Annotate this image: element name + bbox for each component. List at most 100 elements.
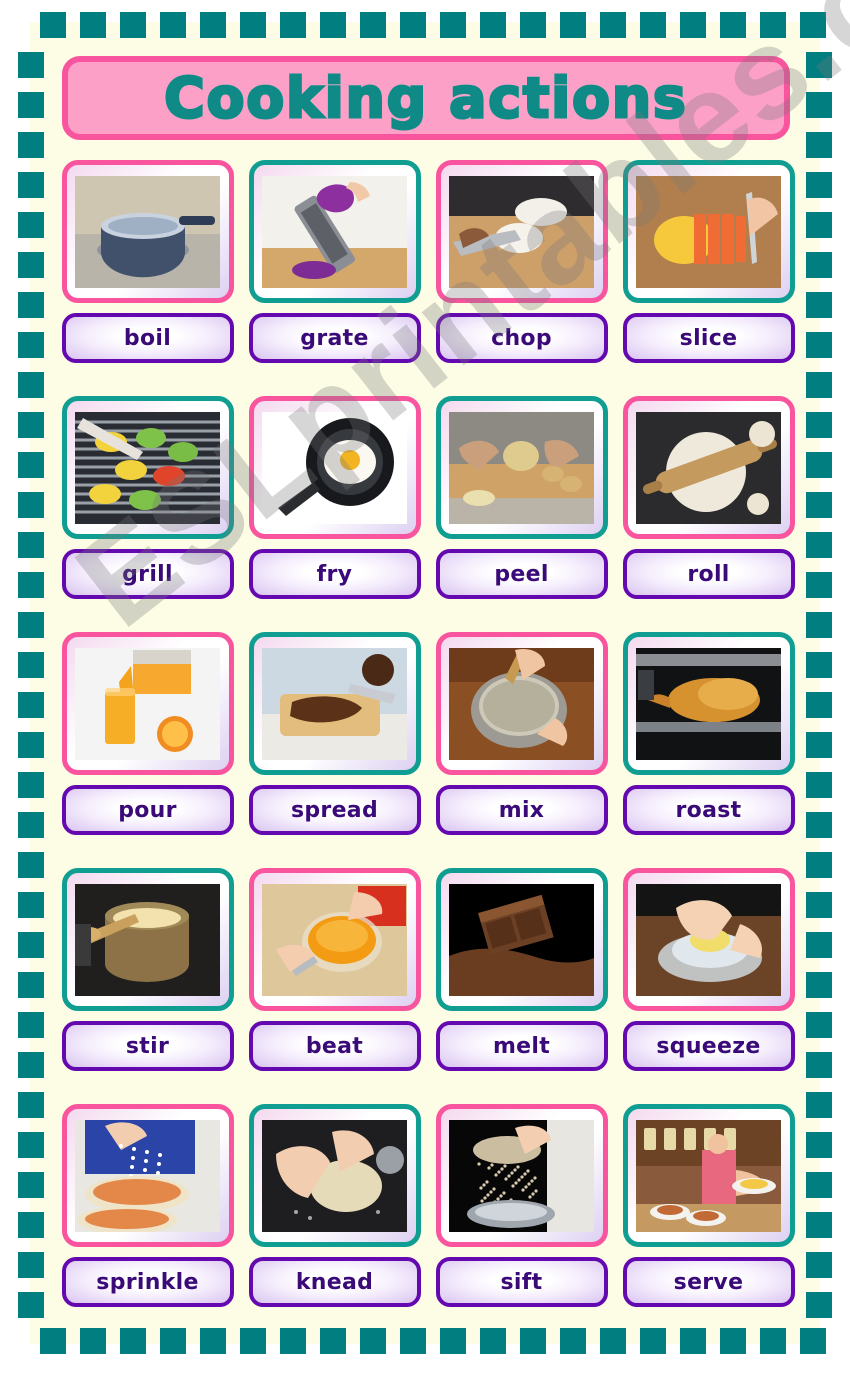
vocabulary-card[interactable]: roast bbox=[619, 632, 798, 868]
border-tick bbox=[806, 1172, 832, 1198]
pot-boiling-water-on-stove-image bbox=[75, 175, 220, 288]
word-label[interactable]: beat bbox=[248, 1021, 421, 1071]
roast-chicken-in-oven-image bbox=[636, 647, 781, 760]
page-title-banner: Cooking actions bbox=[62, 56, 790, 140]
border-tick bbox=[18, 492, 44, 518]
border-tick bbox=[18, 92, 44, 118]
vocabulary-card[interactable]: peel bbox=[432, 396, 611, 632]
card-picture-frame bbox=[435, 1104, 608, 1247]
word-text: boil bbox=[123, 325, 172, 351]
card-picture-frame bbox=[248, 868, 421, 1011]
vocabulary-card[interactable]: stir bbox=[58, 868, 237, 1104]
border-tick bbox=[806, 1252, 832, 1278]
card-picture-frame bbox=[622, 1104, 795, 1247]
word-text: pour bbox=[118, 797, 177, 823]
vocabulary-card[interactable]: roll bbox=[619, 396, 798, 632]
wooden-spoon-stirring-pot-image bbox=[75, 883, 220, 996]
border-tick bbox=[806, 332, 832, 358]
word-label[interactable]: sprinkle bbox=[61, 1257, 234, 1307]
vocabulary-card[interactable]: pour bbox=[58, 632, 237, 868]
border-tick bbox=[18, 892, 44, 918]
card-picture-frame bbox=[248, 1104, 421, 1247]
vocabulary-card[interactable]: boil bbox=[58, 160, 237, 396]
word-label[interactable]: mix bbox=[435, 785, 608, 835]
word-text: stir bbox=[125, 1033, 170, 1059]
border-tick bbox=[806, 652, 832, 678]
word-text: beat bbox=[305, 1033, 364, 1059]
sieve-sifting-flour-image bbox=[449, 1119, 594, 1232]
border-tick bbox=[18, 772, 44, 798]
word-text: grill bbox=[122, 561, 173, 587]
vocabulary-card[interactable]: fry bbox=[245, 396, 424, 632]
border-tick bbox=[806, 92, 832, 118]
vocabulary-card[interactable]: melt bbox=[432, 868, 611, 1104]
knife-spreading-chocolate-on-toast-image bbox=[262, 647, 407, 760]
vocabulary-card[interactable]: serve bbox=[619, 1104, 798, 1340]
border-tick bbox=[18, 652, 44, 678]
vocabulary-card[interactable]: beat bbox=[245, 868, 424, 1104]
word-label[interactable]: grill bbox=[61, 549, 234, 599]
vocabulary-card[interactable]: mix bbox=[432, 632, 611, 868]
word-label[interactable]: chop bbox=[435, 313, 608, 363]
vocabulary-card[interactable]: sprinkle bbox=[58, 1104, 237, 1340]
border-tick bbox=[18, 1252, 44, 1278]
word-label[interactable]: peel bbox=[435, 549, 608, 599]
word-text: roast bbox=[675, 797, 742, 823]
word-text: mix bbox=[498, 797, 545, 823]
fried-egg-in-frying-pan-image bbox=[262, 411, 407, 524]
vocabulary-card[interactable]: knead bbox=[245, 1104, 424, 1340]
hand-squeezing-lemon-on-juicer-image bbox=[636, 883, 781, 996]
word-text: serve bbox=[673, 1269, 744, 1295]
border-tick bbox=[806, 1092, 832, 1118]
border-tick bbox=[806, 492, 832, 518]
word-label[interactable]: roll bbox=[622, 549, 795, 599]
word-label[interactable]: pour bbox=[61, 785, 234, 835]
word-label[interactable]: spread bbox=[248, 785, 421, 835]
word-label[interactable]: knead bbox=[248, 1257, 421, 1307]
border-tick bbox=[760, 12, 786, 38]
border-tick bbox=[18, 252, 44, 278]
border-tick bbox=[806, 1212, 832, 1238]
border-tick bbox=[440, 12, 466, 38]
vocabulary-card[interactable]: squeeze bbox=[619, 868, 798, 1104]
card-picture-frame bbox=[61, 868, 234, 1011]
word-label[interactable]: slice bbox=[622, 313, 795, 363]
border-tick bbox=[806, 1292, 832, 1318]
card-picture-frame bbox=[435, 396, 608, 539]
vocabulary-card[interactable]: grill bbox=[58, 396, 237, 632]
border-tick bbox=[806, 292, 832, 318]
word-label[interactable]: sift bbox=[435, 1257, 608, 1307]
border-tick bbox=[18, 1092, 44, 1118]
vocabulary-grid: boil grate chop slice grill fry peel roll pour sp… bbox=[58, 160, 798, 1340]
vocabulary-card[interactable]: grate bbox=[245, 160, 424, 396]
word-label[interactable]: stir bbox=[61, 1021, 234, 1071]
vocabulary-card[interactable]: chop bbox=[432, 160, 611, 396]
word-label[interactable]: boil bbox=[61, 313, 234, 363]
border-tick bbox=[18, 972, 44, 998]
word-label[interactable]: fry bbox=[248, 549, 421, 599]
card-picture-frame bbox=[435, 632, 608, 775]
card-picture-frame bbox=[622, 396, 795, 539]
border-tick bbox=[18, 1292, 44, 1318]
border-tick bbox=[18, 292, 44, 318]
word-label[interactable]: grate bbox=[248, 313, 421, 363]
border-tick bbox=[806, 412, 832, 438]
vocabulary-card[interactable]: sift bbox=[432, 1104, 611, 1340]
word-text: sprinkle bbox=[96, 1269, 199, 1295]
word-label[interactable]: roast bbox=[622, 785, 795, 835]
page-title: Cooking actions bbox=[163, 65, 688, 132]
vocabulary-card[interactable]: slice bbox=[619, 160, 798, 396]
word-label[interactable]: squeeze bbox=[622, 1021, 795, 1071]
knife-chopping-onion-on-board-image bbox=[449, 175, 594, 288]
border-tick bbox=[806, 1052, 832, 1078]
word-label[interactable]: serve bbox=[622, 1257, 795, 1307]
border-tick bbox=[806, 1012, 832, 1038]
vocabulary-card[interactable]: spread bbox=[245, 632, 424, 868]
border-tick bbox=[18, 1052, 44, 1078]
word-label[interactable]: melt bbox=[435, 1021, 608, 1071]
border-tick bbox=[806, 612, 832, 638]
whisk-beating-eggs-in-bowl-image bbox=[262, 883, 407, 996]
border-tick bbox=[18, 52, 44, 78]
border-tick bbox=[806, 452, 832, 478]
border-tick bbox=[18, 1132, 44, 1158]
